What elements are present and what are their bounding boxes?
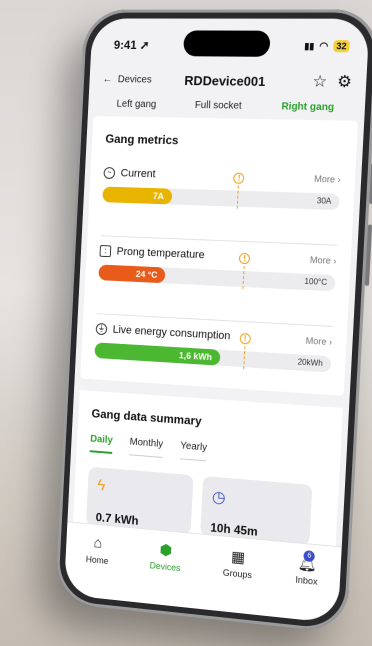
nav-groups[interactable]: ▦ Groups: [222, 547, 254, 581]
star-icon[interactable]: ☆: [312, 71, 328, 91]
metric-label: Current: [120, 167, 156, 181]
back-button[interactable]: ← Devices: [103, 74, 152, 85]
tab-monthly[interactable]: Monthly: [129, 436, 164, 458]
summary-tabs: Daily Monthly Yearly: [89, 433, 208, 462]
gear-icon[interactable]: ⚙: [337, 72, 353, 93]
metric-live-energy: ⏚ Live energy consumption More › 1,6 kWh…: [93, 322, 332, 401]
metric-prong-temperature: : Prong temperature More › 24 °C ! 100°C: [97, 245, 337, 320]
location-arrow-icon: ➚: [139, 38, 150, 53]
metric-label: Prong temperature: [116, 245, 205, 262]
metric-bar: 7A ! 30A: [102, 172, 340, 211]
metric-bar: 24 °C ! 100°C: [98, 252, 336, 292]
card-title: Gang metrics: [105, 131, 179, 148]
nav-label: Groups: [222, 567, 253, 581]
metric-max: 100°C: [304, 276, 328, 287]
tab-yearly[interactable]: Yearly: [179, 440, 208, 462]
nav-inbox[interactable]: 🔔︎ 6 Inbox: [295, 550, 319, 587]
plug-icon: ⏚: [95, 322, 108, 336]
thermometer-icon: :: [99, 245, 112, 258]
status-bar: 9:41 ➚ ▮▮ ◠ 32: [113, 36, 351, 55]
metric-max: 20kWh: [297, 357, 324, 369]
more-link[interactable]: More ›: [305, 336, 332, 348]
arrow-left-icon: ←: [102, 73, 113, 85]
signal-icon: ▮▮: [304, 40, 315, 51]
more-link[interactable]: More ›: [314, 174, 341, 185]
tab-left-gang[interactable]: Left gang: [116, 99, 156, 110]
gang-metrics-card: Gang metrics ~ Current More › 7A ! 30A :…: [80, 116, 359, 396]
battery-icon: 32: [333, 40, 351, 53]
devices-icon: ⬢: [159, 541, 173, 560]
metric-bar: 1,6 kWh ! 20kWh: [94, 332, 332, 373]
phone-frame: 9:41 ➚ ▮▮ ◠ 32 ← Devices RDDevice001 ☆ ⚙…: [55, 9, 372, 634]
status-time: 9:41: [113, 38, 138, 52]
metric-current: ~ Current More › 7A ! 30A: [101, 167, 341, 239]
gang-tabs: Left gang Full socket Right gang: [98, 99, 355, 114]
metric-fill: 7A: [102, 186, 172, 205]
nav-label: Inbox: [295, 574, 318, 587]
nav-label: Devices: [149, 560, 181, 574]
metric-fill: 24 °C: [98, 264, 166, 284]
metric-fill: 1,6 kWh: [94, 342, 221, 366]
metric-max: 30A: [316, 196, 332, 206]
more-link[interactable]: More ›: [310, 255, 337, 266]
tab-full-socket[interactable]: Full socket: [195, 100, 242, 112]
lightning-icon: ϟ: [96, 477, 106, 495]
app-screen: 9:41 ➚ ▮▮ ◠ 32 ← Devices RDDevice001 ☆ ⚙…: [63, 18, 370, 624]
nav-home[interactable]: ⌂ Home: [86, 534, 110, 566]
current-icon: ~: [103, 167, 116, 180]
tab-right-gang[interactable]: Right gang: [281, 101, 334, 113]
home-icon: ⌂: [93, 534, 103, 552]
threshold-marker: !: [239, 332, 251, 370]
tab-daily[interactable]: Daily: [89, 433, 113, 454]
groups-icon: ▦: [230, 548, 246, 567]
threshold-marker: !: [238, 252, 251, 290]
clock-icon: ◷: [211, 488, 227, 507]
wifi-icon: ◠: [319, 40, 329, 52]
nav-label: Home: [85, 554, 109, 567]
summary-title: Gang data summary: [91, 406, 202, 429]
threshold-marker: !: [233, 172, 245, 209]
metric-label: Live energy consumption: [112, 323, 231, 343]
back-label: Devices: [117, 73, 152, 86]
top-header: ← Devices RDDevice001 ☆ ⚙: [102, 67, 353, 94]
nav-devices[interactable]: ⬢ Devices: [149, 540, 181, 574]
